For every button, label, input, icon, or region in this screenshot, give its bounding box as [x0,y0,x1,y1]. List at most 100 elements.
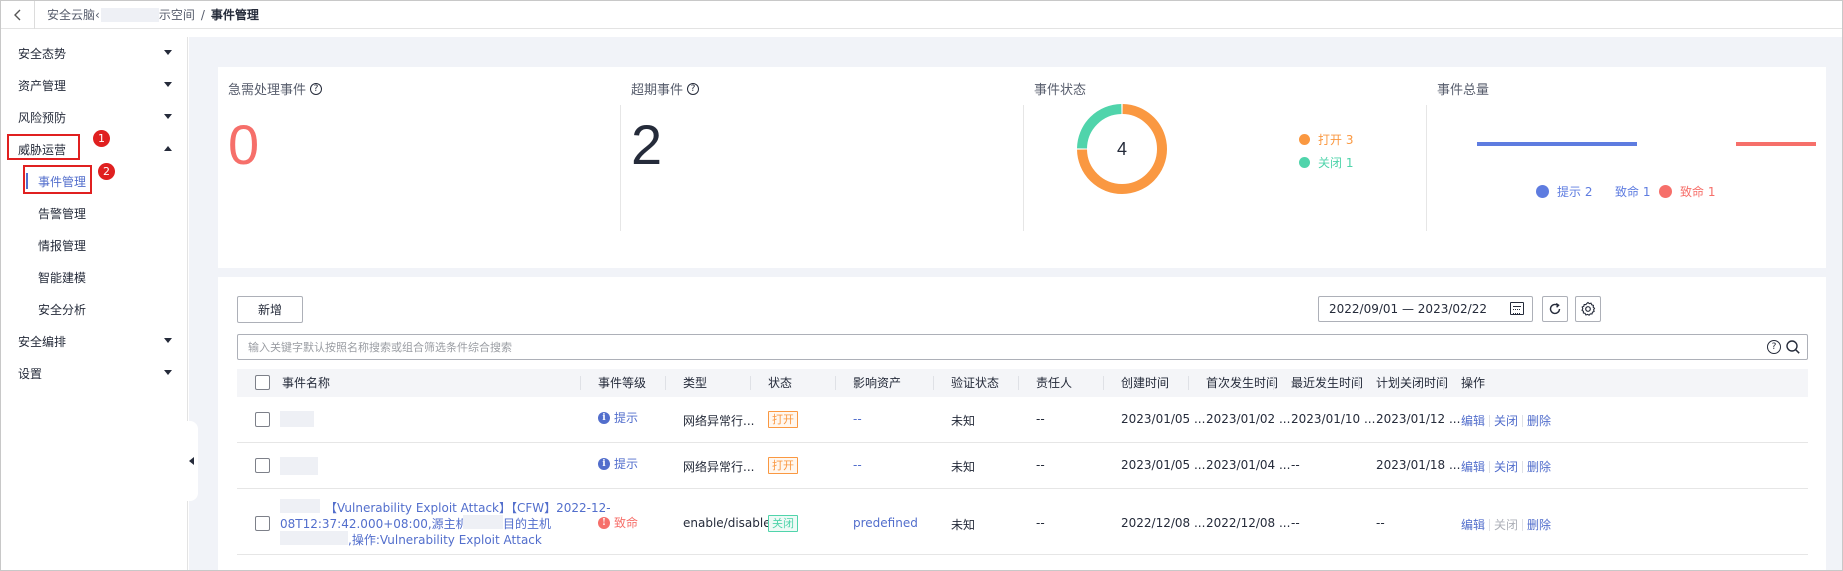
chevron-down-icon [164,50,172,55]
column-header-level[interactable]: 事件等级 [598,369,646,397]
help-icon[interactable]: ? [687,82,700,95]
back-button[interactable] [1,1,35,29]
event-type: 网络异常行... [683,414,755,428]
donut-slice-1[interactable] [1077,104,1122,149]
chevron-left-icon [13,9,20,20]
event-name-link[interactable]: 【Vulnerability Exploit Attack】【CFW】2022-… [325,499,611,516]
sidebar-collapse-button[interactable] [184,421,198,501]
status-badge: 关闭 [768,515,798,532]
column-header-owner[interactable]: 责任人 [1036,369,1072,397]
info-icon: i [598,411,610,424]
column-header-created[interactable]: 创建时间 [1121,369,1169,397]
sidebar-item-security-orchestration[interactable]: 安全编排 [1,325,188,357]
column-header-last-occurred[interactable]: 最近发生时间 [1291,369,1363,397]
delete-link[interactable]: 删除 [1527,412,1551,429]
new-event-button[interactable]: 新增 [237,296,303,323]
legend-dot [1536,185,1549,198]
column-header-type[interactable]: 类型 [683,369,707,397]
event-type: 网络异常行... [683,460,755,474]
settings-button[interactable] [1575,296,1601,322]
event-name-link[interactable] [280,411,314,427]
legend-label: 打开 3 [1318,133,1354,147]
sidebar-item-alert-management[interactable]: 告警管理 [1,197,188,229]
event-type: enable/disable [683,516,771,530]
header-bar: 安全云脑‹ 示空间 / 事件管理 [1,1,1842,29]
table-row: 【Vulnerability Exploit Attack】【CFW】2022-… [237,489,1808,555]
row-actions: 编辑 关闭 删除 [1461,458,1551,475]
help-icon[interactable]: ? [1767,340,1781,354]
sidebar-item-intel-management[interactable]: 情报管理 [1,229,188,261]
status-donut-chart: 4 [1077,104,1167,194]
plan-close-time: 2023/01/12 ... [1376,412,1461,426]
column-header-asset[interactable]: 影响资产 [853,369,901,397]
redacted-text [280,499,320,513]
table-header: 事件名称 事件等级 类型 状态 影响资产 验证状态 责任人 创建时间 首次发生时… [237,369,1808,397]
column-header-verify[interactable]: 验证状态 [951,369,999,397]
sidebar-item-label: 设置 [18,366,43,381]
plan-close-time: -- [1376,516,1385,530]
first-occurred-time: 2023/01/02 ... [1206,412,1291,426]
select-all-checkbox[interactable] [255,375,270,390]
edit-link[interactable]: 编辑 [1461,412,1485,429]
row-checkbox[interactable] [255,516,270,531]
stat-title: 超期事件 [631,83,684,98]
sidebar-item-label: 情报管理 [38,238,87,253]
sidebar-item-security-analysis[interactable]: 安全分析 [1,293,188,325]
column-header-first-occurred[interactable]: 首次发生时间 [1206,369,1278,397]
breadcrumb-item-workspace[interactable]: 安全云脑‹ 示空间 [47,6,195,23]
chevron-down-icon [164,370,172,375]
info-icon: i [598,457,610,470]
table-row: i 提示 网络异常行... 打开 -- 未知 -- 2023/01/05 ...… [237,443,1808,489]
gear-icon [1581,301,1596,316]
stat-event-total: 事件总量 提示 2 致命 1 致命 1 [1427,67,1826,268]
event-level: i 提示 [598,409,638,426]
row-checkbox[interactable] [255,458,270,473]
event-name-link-line2[interactable]: 08T12:37:42.000+08:00,源主机: [280,515,472,532]
refresh-button[interactable] [1542,296,1568,322]
sidebar-item-asset-management[interactable]: 资产管理 [1,69,188,101]
event-name-link-line3[interactable]: ,操作:Vulnerability Exploit Attack [348,531,542,548]
event-name-link[interactable] [280,457,318,475]
edit-link[interactable]: 编辑 [1461,516,1485,533]
row-checkbox[interactable] [255,412,270,427]
chevron-left-icon [188,457,194,465]
stat-title: 事件状态 [1034,83,1087,98]
column-header-plan-close[interactable]: 计划关闭时间 [1376,369,1448,397]
search-box: ? [237,334,1808,360]
asset-link[interactable]: predefined [853,516,918,530]
legend-label: 致命 1 [1680,185,1716,199]
column-header-status[interactable]: 状态 [768,369,792,397]
breadcrumb: 安全云脑‹ 示空间 / 事件管理 [35,6,259,23]
close-link[interactable]: 关闭 [1494,458,1518,475]
sidebar-item-risk-prevention[interactable]: 风险预防 [1,101,188,133]
asset-link[interactable]: -- [853,458,862,472]
sidebar-item-settings[interactable]: 设置 [1,357,188,389]
edit-link[interactable]: 编辑 [1461,458,1485,475]
owner: -- [1036,516,1045,530]
events-table-card: 新增 2022/09/01 — 2023/02/22 ? [218,277,1826,570]
close-link: 关闭 [1494,518,1519,532]
column-header-name[interactable]: 事件名称 [282,369,330,397]
search-icon[interactable] [1785,339,1801,355]
event-name-link-line2b[interactable]: 目的主机 [503,515,551,532]
legend-item-open: 打开 3 [1299,131,1353,148]
help-icon[interactable]: ? [310,82,323,95]
legend-item-closed: 关闭 1 [1299,154,1353,171]
row-actions: 编辑 关闭 删除 [1461,412,1551,429]
legend-label: 提示 2 [1557,185,1593,199]
date-range-picker[interactable]: 2022/09/01 — 2023/02/22 [1318,296,1533,322]
tooltip-label: 致命 1 [1615,185,1651,199]
delete-link[interactable]: 删除 [1527,516,1551,533]
delete-link[interactable]: 删除 [1527,458,1551,475]
asset-link[interactable]: -- [853,412,862,426]
search-input[interactable] [238,335,1738,359]
sidebar-item-security-posture[interactable]: 安全态势 [1,37,188,69]
sidebar-item-smart-modeling[interactable]: 智能建模 [1,261,188,293]
close-link[interactable]: 关闭 [1494,412,1518,429]
legend-item-hint: 提示 2 [1536,183,1592,200]
row-actions: 编辑 关闭 删除 [1461,516,1551,533]
last-occurred-time: -- [1291,458,1300,472]
sidebar-item-label: 资产管理 [18,78,67,93]
stat-overdue-events: 超期事件 ? 2 [621,67,1021,268]
redacted-text [100,7,159,22]
